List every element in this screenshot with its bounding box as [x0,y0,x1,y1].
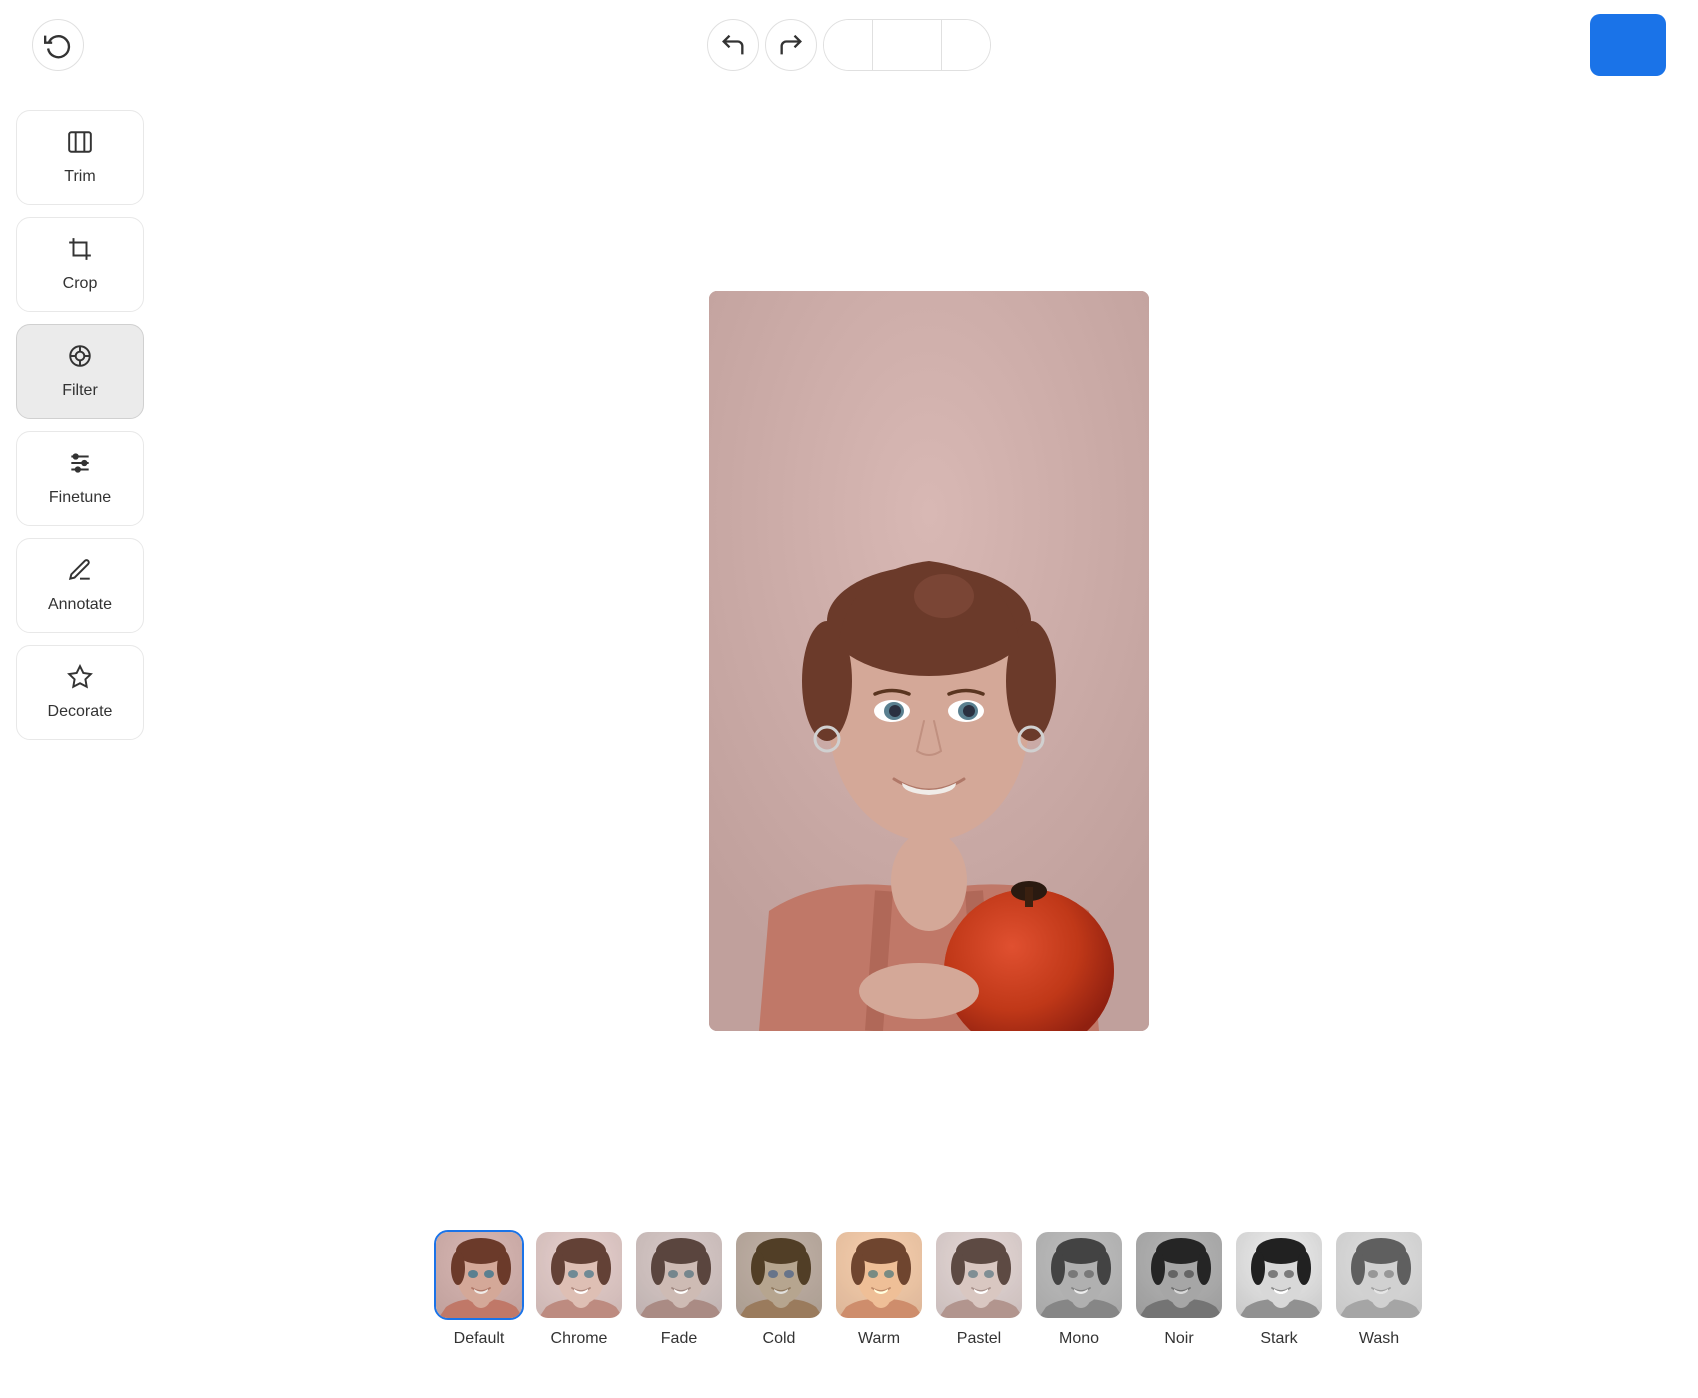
zoom-out-button[interactable] [824,19,872,71]
toolbar-center [707,19,991,71]
crop-icon [67,236,93,267]
filter-item-mono[interactable]: Mono [1034,1230,1124,1348]
filter-thumb-default [434,1230,524,1320]
filter-thumb-mono [1034,1230,1124,1320]
filter-item-noir[interactable]: Noir [1134,1230,1224,1348]
sidebar-item-label: Filter [62,382,98,400]
history-icon [44,31,72,59]
filter-thumb-inner-warm [836,1232,922,1318]
filter-label-noir: Noir [1164,1330,1193,1348]
filter-item-stark[interactable]: Stark [1234,1230,1324,1348]
filter-thumb-inner-fade [636,1232,722,1318]
toolbar-right [1590,14,1666,76]
filter-label-cold: Cold [763,1330,796,1348]
filter-label-chrome: Chrome [551,1330,608,1348]
toolbar-left [32,19,84,71]
filter-label-wash: Wash [1359,1330,1399,1348]
filter-thumb-noir [1134,1230,1224,1320]
filter-thumb-cold [734,1230,824,1320]
filter-label-pastel: Pastel [957,1330,1001,1348]
filter-thumb-inner-default [436,1232,522,1318]
filter-item-wash[interactable]: Wash [1334,1230,1424,1348]
zoom-value [872,19,942,71]
sidebar-item-trim[interactable]: Trim [16,110,144,205]
sidebar-item-filter[interactable]: Filter [16,324,144,419]
sidebar-item-label: Trim [64,168,95,186]
main-layout: Trim Crop Filter Finetune Annotate Decor… [0,90,1698,1398]
undo-button[interactable] [707,19,759,71]
sidebar-item-label: Annotate [48,596,112,614]
sidebar-item-label: Decorate [48,703,113,721]
filter-icon [67,343,93,374]
sidebar-item-decorate[interactable]: Decorate [16,645,144,740]
filter-label-default: Default [454,1330,505,1348]
canvas-area: Default Chrome [160,90,1698,1398]
decorate-icon [67,664,93,695]
sidebar-item-finetune[interactable]: Finetune [16,431,144,526]
filter-item-fade[interactable]: Fade [634,1230,724,1348]
trim-icon [67,129,93,160]
annotate-icon [67,557,93,588]
filter-thumb-inner-cold [736,1232,822,1318]
filter-label-stark: Stark [1260,1330,1297,1348]
save-changes-button[interactable] [1590,14,1666,76]
filter-item-warm[interactable]: Warm [834,1230,924,1348]
image-container [160,110,1698,1212]
filter-label-warm: Warm [858,1330,900,1348]
filter-thumb-pastel [934,1230,1024,1320]
filter-thumb-inner-stark [1236,1232,1322,1318]
filter-label-mono: Mono [1059,1330,1099,1348]
sidebar-item-crop[interactable]: Crop [16,217,144,312]
portrait-svg [709,291,1149,1031]
sidebar: Trim Crop Filter Finetune Annotate Decor… [0,90,160,1398]
filter-item-default[interactable]: Default [434,1230,524,1348]
filter-strip: Default Chrome [160,1212,1698,1378]
filter-thumb-fade [634,1230,724,1320]
sidebar-item-label: Finetune [49,489,111,507]
filter-thumb-inner-noir [1136,1232,1222,1318]
filter-label-fade: Fade [661,1330,697,1348]
filter-thumb-inner-pastel [936,1232,1022,1318]
history-button[interactable] [32,19,84,71]
filter-item-chrome[interactable]: Chrome [534,1230,624,1348]
undo-icon [719,31,747,59]
filter-thumb-wash [1334,1230,1424,1320]
filter-thumb-chrome [534,1230,624,1320]
redo-button[interactable] [765,19,817,71]
sidebar-item-annotate[interactable]: Annotate [16,538,144,633]
filter-thumb-warm [834,1230,924,1320]
filter-thumb-inner-mono [1036,1232,1122,1318]
finetune-icon [67,450,93,481]
toolbar [0,0,1698,90]
filter-item-pastel[interactable]: Pastel [934,1230,1024,1348]
filter-thumb-inner-wash [1336,1232,1422,1318]
redo-icon [777,31,805,59]
filter-thumb-inner-chrome [536,1232,622,1318]
filter-item-cold[interactable]: Cold [734,1230,824,1348]
photo-frame [709,291,1149,1031]
filter-thumb-stark [1234,1230,1324,1320]
sidebar-item-label: Crop [63,275,98,293]
zoom-control [823,19,991,71]
zoom-in-button[interactable] [942,19,990,71]
